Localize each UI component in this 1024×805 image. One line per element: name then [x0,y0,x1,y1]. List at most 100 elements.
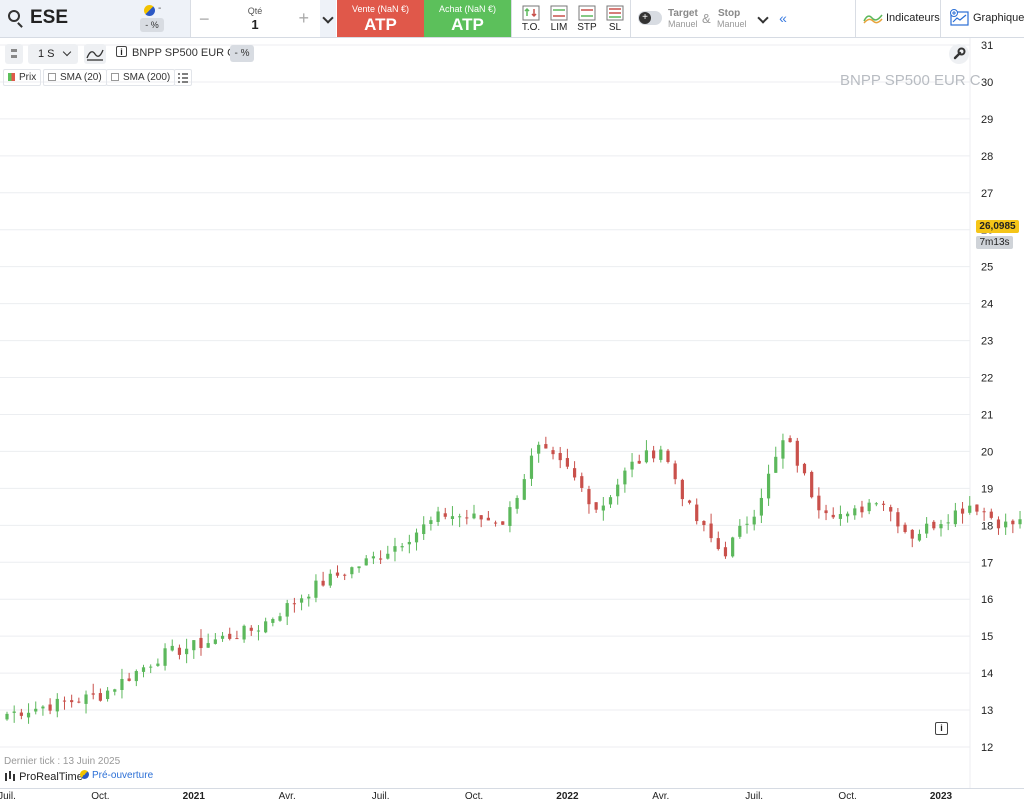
candle-body [666,450,670,462]
candle-body [759,497,763,516]
candle-body [644,450,649,463]
order-type-sl-label: SL [608,22,622,33]
candle-body [486,517,490,521]
info-icon[interactable]: i [935,722,948,735]
legend-price[interactable]: Prix [3,69,42,86]
candle-body [982,511,986,513]
candle-body [558,452,562,461]
prorealtime-logo-icon [5,771,15,781]
candle-body [838,514,843,519]
x-tick-label: Avr. [652,791,669,802]
legend-sma20[interactable]: SMA (20) [43,69,107,86]
stop-limit-order-icon [606,5,624,21]
x-tick-label: 2021 [183,791,206,802]
legend-sma200[interactable]: SMA (200) [106,69,176,86]
order-type-to-button[interactable]: T.O. [517,0,545,37]
candle-body [5,713,9,720]
price-chart[interactable]: 1213141516171819202122232425262728293031… [0,38,1024,805]
chart-type-button[interactable] [84,44,106,64]
candle-body [673,463,677,480]
chart-settings-button[interactable] [949,44,969,64]
candle-body [925,523,929,534]
change-percent-badge: - % [230,45,254,62]
chart-drag-handle[interactable] [5,44,23,64]
candle-body [774,456,778,473]
order-type-stp-button[interactable]: STP [573,0,601,37]
candle-body [235,638,239,640]
candle-body [278,616,282,621]
candle-body [256,630,261,632]
x-tick-label: Avr. [279,791,296,802]
qty-increase-button[interactable]: + [298,8,309,29]
target-stop-panel[interactable]: + Target Manuel & Stop Manuel [630,0,755,37]
last-price-tag: 26,0985 [976,220,1019,233]
candle-body [249,627,253,631]
market-status-icon [80,770,89,779]
candle-body [687,500,692,503]
candle-body [723,547,728,557]
order-type-lim-button[interactable]: LIM [545,0,573,37]
candle-body [62,700,67,702]
chart-style-icon [86,49,104,61]
candle-body [910,529,914,539]
sell-button[interactable]: Vente (NaN €) ATP [337,0,424,37]
symbol-box[interactable]: ESE - - % [0,0,190,37]
candle-body [896,512,900,527]
candle-body [996,519,1001,529]
indicators-button[interactable]: Indicateurs [856,0,940,37]
order-toolbar: ESE - - % − Qté 1 + Vente (NaN €) ATP Ac… [0,0,1024,38]
period-selector[interactable]: 1 S [28,44,78,64]
candle-body [946,522,950,524]
stop-mode: Manuel [717,19,747,29]
candle-body [903,524,907,533]
candle-body [960,508,965,514]
candle-body [709,523,713,539]
y-tick-label: 18 [981,520,993,532]
candle-body [939,524,943,529]
chart-add-icon [950,9,969,26]
candle-body [77,701,81,703]
candle-body [608,497,613,505]
buy-label: Achat (NaN €) [438,4,497,14]
chart-button[interactable]: Graphique [941,0,1024,37]
candle-body [379,558,383,560]
y-tick-label: 20 [981,446,993,458]
wrench-icon [953,47,966,60]
target-stop-toggle[interactable]: + [638,11,662,25]
collapse-toolbar-button[interactable]: « [772,0,794,37]
candle-body [695,504,699,522]
candle-body [48,704,52,711]
qty-dropdown-button[interactable] [320,0,336,37]
order-type-sl-button[interactable]: SL [601,0,629,37]
candle-body [565,458,569,467]
grip-icon [11,49,17,58]
candle-body [781,440,785,459]
candle-body [522,479,526,500]
market-status: Pré-ouverture [80,770,153,781]
candle-body [228,633,232,639]
candle-body [659,449,663,460]
candle-body [314,580,318,598]
candle-body [889,507,893,512]
target-stop-dropdown[interactable] [755,0,771,37]
candle-body [752,516,756,525]
search-icon[interactable] [8,10,20,22]
quantity-stepper[interactable]: − Qté 1 + [191,0,319,37]
legend-list-button[interactable] [174,69,192,86]
info-icon[interactable]: i [116,46,127,57]
indicators-label: Indicateurs [886,12,940,24]
symbol-name[interactable]: ESE [30,7,68,29]
brand: ProRealTime [4,770,83,783]
buy-button[interactable]: Achat (NaN €) ATP [424,0,511,37]
y-tick-label: 23 [981,336,993,348]
x-tick-label: Juil. [0,791,16,802]
candle-body [810,471,814,498]
candle-body [343,574,347,576]
candle-body [917,533,922,541]
stop-label: Stop [718,8,741,19]
candle-body [242,625,246,640]
candle-body [853,508,857,516]
candle-body [436,511,440,522]
y-tick-label: 29 [981,114,993,126]
x-tick-label: Juil. [372,791,390,802]
